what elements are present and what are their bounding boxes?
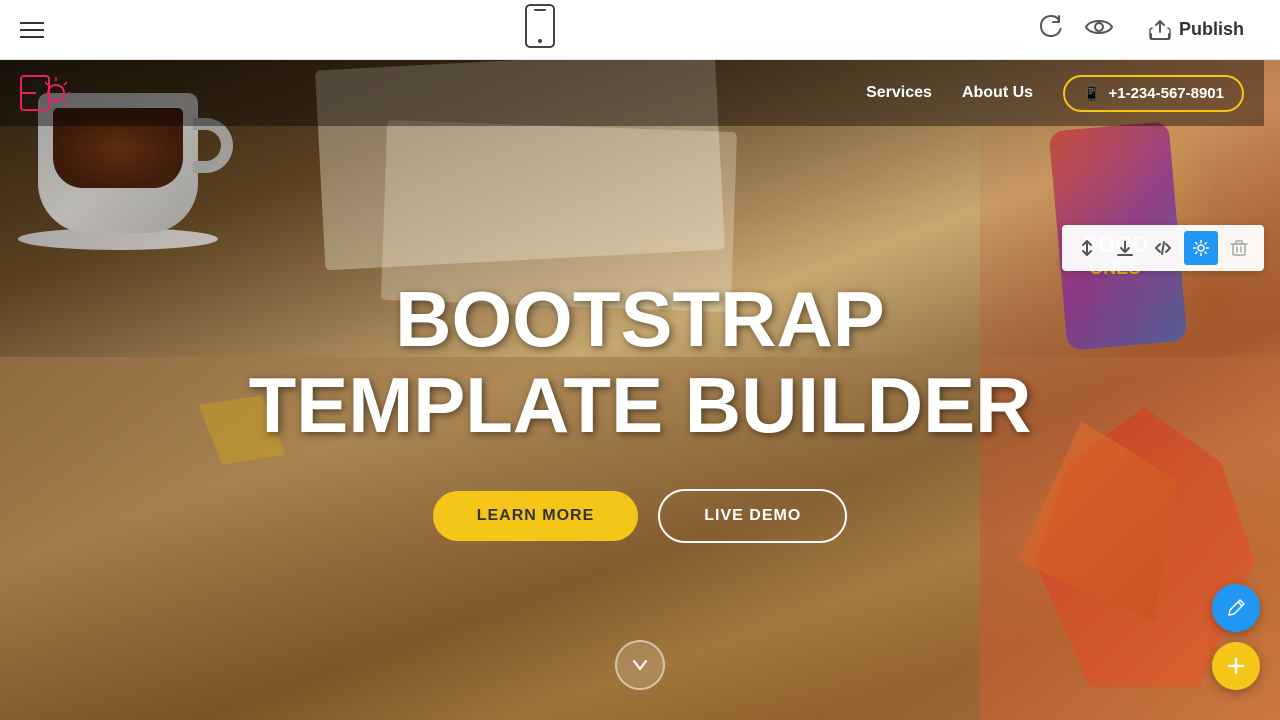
section-toolbar xyxy=(1062,225,1264,271)
hamburger-button[interactable] xyxy=(20,22,44,38)
toolbar-right: Publish xyxy=(1037,11,1260,48)
nav-links: Services About Us 📱 +1-234-567-8901 xyxy=(866,75,1244,112)
section-move-button[interactable] xyxy=(1070,231,1104,265)
mobile-preview-button[interactable] xyxy=(525,4,555,55)
hero-buttons: LEARN MORE LIVE DEMO xyxy=(433,489,848,543)
undo-button[interactable] xyxy=(1037,12,1065,47)
logo-svg xyxy=(20,73,70,113)
live-demo-button[interactable]: LIVE DEMO xyxy=(658,489,847,543)
main-toolbar: Publish xyxy=(0,0,1280,60)
phone-number: +1-234-567-8901 xyxy=(1108,85,1224,102)
phone-icon: 📱 xyxy=(1083,85,1100,102)
hamburger-line xyxy=(20,29,44,31)
phone-button[interactable]: 📱 +1-234-567-8901 xyxy=(1063,75,1244,112)
section-code-button[interactable] xyxy=(1146,231,1180,265)
canvas-area: GOOD ONES xyxy=(0,60,1280,720)
about-us-link[interactable]: About Us xyxy=(962,84,1033,102)
scroll-down-button[interactable] xyxy=(615,640,665,690)
learn-more-button[interactable]: LEARN MORE xyxy=(433,491,639,541)
toolbar-left xyxy=(20,22,44,38)
hero-content: BOOTSTRAP TEMPLATE BUILDER LEARN MORE LI… xyxy=(0,60,1280,720)
hamburger-line xyxy=(20,36,44,38)
preview-button[interactable] xyxy=(1085,17,1113,43)
section-settings-button[interactable] xyxy=(1184,231,1218,265)
hero-title: BOOTSTRAP TEMPLATE BUILDER xyxy=(249,277,1032,449)
hero-title-line2: TEMPLATE BUILDER xyxy=(249,363,1032,449)
scroll-down-area xyxy=(615,640,665,690)
nav-logo xyxy=(20,73,70,113)
fab-container xyxy=(1212,584,1260,690)
section-delete-button[interactable] xyxy=(1222,231,1256,265)
section-download-button[interactable] xyxy=(1108,231,1142,265)
hero-title-line1: BOOTSTRAP xyxy=(249,277,1032,363)
preview-navigation: Services About Us 📱 +1-234-567-8901 xyxy=(0,60,1264,126)
add-fab-button[interactable] xyxy=(1212,642,1260,690)
hamburger-line xyxy=(20,22,44,24)
edit-fab-button[interactable] xyxy=(1212,584,1260,632)
services-link[interactable]: Services xyxy=(866,84,932,102)
toolbar-center xyxy=(525,4,555,55)
publish-button[interactable]: Publish xyxy=(1133,11,1260,48)
publish-label: Publish xyxy=(1179,19,1244,40)
